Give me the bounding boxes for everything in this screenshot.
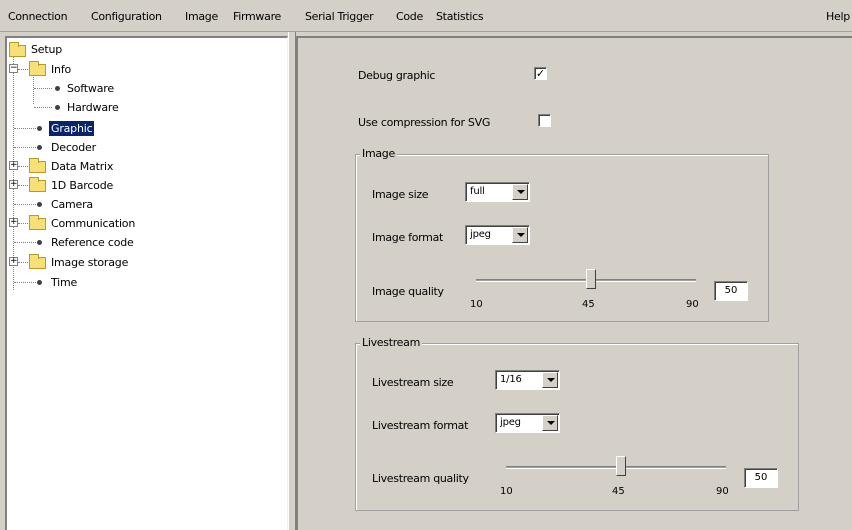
bullet-icon bbox=[55, 105, 60, 110]
image-quality-label: Image quality bbox=[372, 285, 444, 298]
image-quality-max-label: 90 bbox=[686, 299, 699, 310]
tree-node-reference-code[interactable]: Reference code bbox=[7, 234, 287, 251]
svg-compression-checkbox[interactable] bbox=[538, 114, 551, 127]
image-quality-slider-thumb[interactable] bbox=[586, 269, 596, 289]
tree-node-graphic[interactable]: Graphic bbox=[7, 120, 287, 137]
livestream-group-title: Livestream bbox=[360, 336, 423, 349]
bullet-icon bbox=[37, 280, 42, 285]
debug-graphic-label: Debug graphic bbox=[358, 69, 436, 82]
menu-serial-trigger[interactable]: Serial Trigger bbox=[305, 10, 374, 23]
image-size-label: Image size bbox=[372, 188, 429, 201]
menu-firmware[interactable]: Firmware bbox=[233, 10, 281, 23]
tree-node-image-storage[interactable]: + Image storage bbox=[7, 254, 287, 271]
tree-node-decoder[interactable]: Decoder bbox=[7, 139, 287, 156]
chevron-down-icon[interactable] bbox=[542, 415, 558, 431]
tree-node-time[interactable]: Time bbox=[7, 274, 287, 291]
graphic-settings-panel: Debug graphic ✓ Use compression for SVG … bbox=[296, 36, 852, 530]
expand-icon[interactable]: + bbox=[9, 161, 18, 170]
menu-statistics[interactable]: Statistics bbox=[436, 10, 484, 23]
chevron-down-icon[interactable] bbox=[512, 227, 528, 243]
folder-icon bbox=[29, 254, 46, 269]
livestream-group: Livestream Livestream size 1/16 Livestre… bbox=[355, 336, 799, 511]
livestream-quality-min-label: 10 bbox=[500, 486, 513, 497]
bullet-icon bbox=[37, 240, 42, 245]
debug-graphic-checkbox[interactable]: ✓ bbox=[534, 67, 547, 80]
panel-splitter[interactable] bbox=[288, 32, 296, 530]
collapse-icon[interactable]: − bbox=[9, 64, 18, 73]
expand-icon[interactable]: + bbox=[9, 180, 18, 189]
tree-node-communication[interactable]: + Communication bbox=[7, 215, 287, 232]
livestream-size-label: Livestream size bbox=[372, 376, 454, 389]
tree-node-data-matrix[interactable]: + Data Matrix bbox=[7, 158, 287, 175]
expand-icon[interactable]: + bbox=[9, 218, 18, 227]
livestream-quality-max-label: 90 bbox=[716, 486, 729, 497]
menu-connection[interactable]: Connection bbox=[8, 10, 68, 23]
menu-configuration[interactable]: Configuration bbox=[91, 10, 162, 23]
livestream-quality-slider-thumb[interactable] bbox=[616, 456, 626, 476]
bullet-icon bbox=[37, 145, 42, 150]
image-quality-mid-label: 45 bbox=[582, 299, 595, 310]
tree-node-camera[interactable]: Camera bbox=[7, 196, 287, 213]
tree-node-info[interactable]: − Info bbox=[7, 61, 287, 78]
svg-compression-label: Use compression for SVG bbox=[358, 116, 491, 129]
image-group: Image Image size full Image format jpeg … bbox=[355, 147, 769, 322]
image-group-title: Image bbox=[360, 147, 397, 160]
livestream-quality-label: Livestream quality bbox=[372, 472, 469, 485]
folder-icon bbox=[9, 42, 26, 57]
livestream-format-select[interactable]: jpeg bbox=[495, 413, 560, 433]
chevron-down-icon[interactable] bbox=[512, 184, 528, 200]
livestream-quality-input[interactable]: 50 bbox=[744, 468, 778, 488]
image-size-select[interactable]: full bbox=[465, 182, 530, 202]
menu-code[interactable]: Code bbox=[396, 10, 423, 23]
menu-help[interactable]: Help bbox=[826, 10, 850, 23]
bullet-icon bbox=[37, 202, 42, 207]
tree-node-hardware[interactable]: Hardware bbox=[7, 99, 287, 116]
settings-tree: Setup − Info Software Hardware Graphic D… bbox=[5, 36, 288, 530]
tree-node-1d-barcode[interactable]: + 1D Barcode bbox=[7, 177, 287, 194]
chevron-down-icon[interactable] bbox=[542, 372, 558, 388]
image-quality-input[interactable]: 50 bbox=[714, 281, 748, 301]
folder-icon bbox=[29, 215, 46, 230]
bullet-icon bbox=[37, 126, 42, 131]
tree-node-setup[interactable]: Setup bbox=[7, 41, 287, 58]
livestream-size-select[interactable]: 1/16 bbox=[495, 370, 560, 390]
livestream-format-label: Livestream format bbox=[372, 419, 469, 432]
image-format-select[interactable]: jpeg bbox=[465, 225, 530, 245]
image-quality-min-label: 10 bbox=[470, 299, 483, 310]
tree-node-software[interactable]: Software bbox=[7, 80, 287, 97]
folder-icon bbox=[29, 177, 46, 192]
bullet-icon bbox=[55, 86, 60, 91]
menu-image[interactable]: Image bbox=[185, 10, 218, 23]
folder-icon bbox=[29, 158, 46, 173]
image-format-label: Image format bbox=[372, 231, 444, 244]
expand-icon[interactable]: + bbox=[9, 257, 18, 266]
folder-icon bbox=[29, 61, 46, 76]
livestream-quality-mid-label: 45 bbox=[612, 486, 625, 497]
menu-bar: Connection Configuration Image Firmware … bbox=[0, 0, 852, 32]
